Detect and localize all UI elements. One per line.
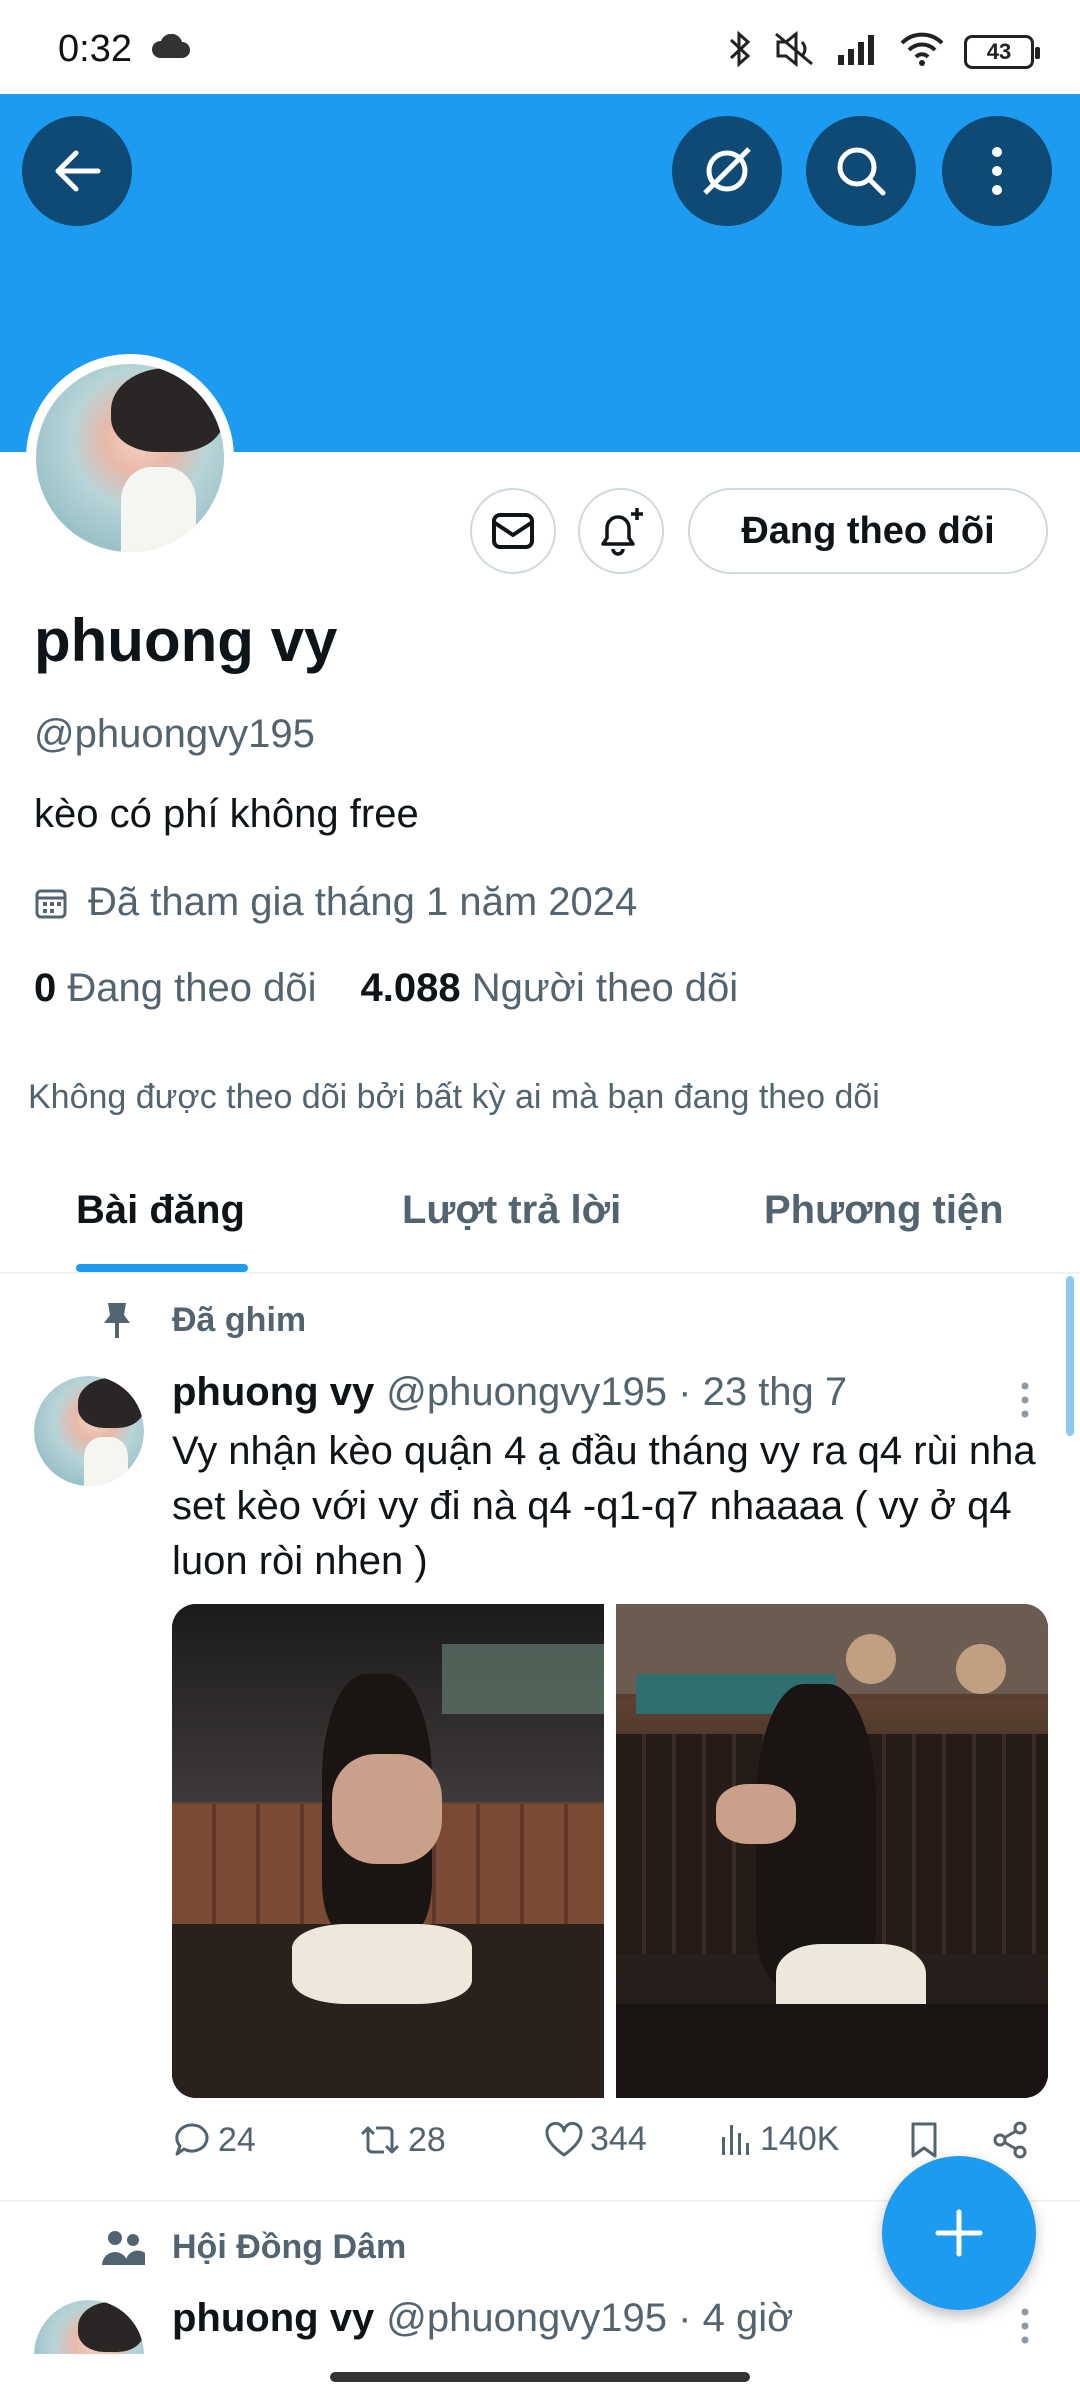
joined-date: Đã tham gia tháng 1 năm 2024 bbox=[34, 880, 637, 925]
tweet-photo[interactable] bbox=[616, 1604, 1048, 2098]
following-label: Đang theo dõi bbox=[67, 966, 317, 1010]
photo-wall-decor bbox=[956, 1644, 1006, 1694]
arrow-left-icon bbox=[55, 150, 101, 192]
profile-avatar[interactable] bbox=[26, 354, 234, 562]
like-button[interactable]: 344 bbox=[544, 2120, 647, 2159]
tweet-header: phuong vy @phuongvy195 · 23 thg 7 bbox=[172, 1370, 847, 1415]
tab-media[interactable]: Phương tiện bbox=[764, 1188, 1004, 1233]
bookmark-button[interactable] bbox=[908, 2120, 940, 2160]
wifi-icon bbox=[900, 32, 944, 71]
reply-count: 24 bbox=[218, 2120, 256, 2159]
search-icon bbox=[837, 147, 886, 196]
heart-icon bbox=[545, 2121, 583, 2156]
views-chart-icon bbox=[722, 2124, 749, 2155]
followed-by-text: Không được theo dõi bởi bất kỳ ai mà bạn… bbox=[28, 1078, 880, 1116]
pinned-label: Đã ghim bbox=[172, 1300, 307, 1339]
avatar-image bbox=[34, 1376, 144, 1486]
views-button[interactable]: 140K bbox=[718, 2120, 839, 2159]
photo-bar-shelf bbox=[442, 1644, 604, 1714]
no-translate-icon bbox=[703, 147, 751, 195]
mail-icon bbox=[492, 513, 534, 549]
retweet-icon bbox=[360, 2126, 400, 2154]
tweet-more-button[interactable] bbox=[1020, 2308, 1030, 2349]
cloud-icon bbox=[150, 33, 190, 65]
profile-bio: kèo có phí không free bbox=[34, 792, 419, 836]
more-vertical-icon bbox=[1021, 2308, 1029, 2344]
tweet-author-name[interactable]: phuong vy bbox=[172, 2296, 374, 2341]
plus-icon bbox=[935, 2209, 983, 2257]
display-name: phuong vy bbox=[34, 607, 338, 674]
followers-label: Người theo dõi bbox=[471, 966, 739, 1010]
more-vertical-icon bbox=[1021, 1382, 1029, 1418]
profile-tabs: Bài đăng Lượt trả lời Phương tiện bbox=[0, 1168, 1080, 1274]
compose-button[interactable] bbox=[882, 2156, 1036, 2310]
home-indicator[interactable] bbox=[330, 2372, 750, 2382]
photo-wall-decor bbox=[846, 1634, 896, 1684]
search-button[interactable] bbox=[806, 116, 916, 226]
more-vertical-icon bbox=[992, 147, 1002, 195]
pin-icon bbox=[104, 1303, 130, 1338]
tweet-header: phuong vy @phuongvy195 · 4 giờ bbox=[172, 2296, 793, 2341]
follow-stats: 0 Đang theo dõi 4.088 Người theo dõi bbox=[34, 966, 738, 1011]
view-count: 140K bbox=[760, 2120, 840, 2158]
retweet-count: 28 bbox=[408, 2120, 446, 2159]
followers-count: 4.088 bbox=[360, 966, 461, 1010]
mute-icon bbox=[772, 30, 816, 73]
tweet-handle-time: @phuongvy195 · 4 giờ bbox=[386, 2296, 794, 2340]
tweet-handle-time: @phuongvy195 · 23 thg 7 bbox=[386, 1370, 848, 1414]
community-label: Hội Đồng Dâm bbox=[172, 2228, 407, 2266]
tweet-more-button[interactable] bbox=[1020, 1382, 1030, 1423]
message-button[interactable] bbox=[470, 488, 556, 574]
bluetooth-icon bbox=[728, 30, 752, 73]
notifications-button[interactable] bbox=[578, 488, 664, 574]
tab-replies[interactable]: Lượt trả lời bbox=[402, 1188, 621, 1233]
pinned-indicator: Đã ghim bbox=[100, 1300, 306, 1340]
tweet-text: Vy nhận kèo quận 4 ạ đầu tháng vy ra q4 … bbox=[172, 1429, 1036, 1583]
calendar-icon bbox=[35, 889, 67, 918]
photo-skirt bbox=[292, 1924, 472, 2004]
joined-text: Đã tham gia tháng 1 năm 2024 bbox=[88, 880, 638, 924]
like-count: 344 bbox=[590, 2120, 647, 2158]
back-button[interactable] bbox=[22, 116, 132, 226]
tab-posts[interactable]: Bài đăng bbox=[76, 1188, 245, 1233]
photo-skin bbox=[332, 1754, 442, 1864]
status-bar: 0:32 43 bbox=[0, 0, 1080, 94]
following-stat[interactable]: 0 Đang theo dõi bbox=[34, 966, 316, 1011]
share-icon bbox=[993, 2121, 1027, 2159]
profile-handle: @phuongvy195 bbox=[34, 712, 315, 756]
more-button[interactable] bbox=[942, 116, 1052, 226]
status-icons: 43 bbox=[728, 30, 1040, 73]
bookmark-icon bbox=[911, 2122, 937, 2158]
share-button[interactable] bbox=[990, 2120, 1030, 2160]
active-tab-indicator bbox=[76, 1264, 248, 1272]
status-time: 0:32 bbox=[58, 28, 132, 70]
translate-button[interactable] bbox=[672, 116, 782, 226]
reply-button[interactable]: 24 bbox=[172, 2120, 256, 2160]
photo-table bbox=[616, 2004, 1048, 2098]
avatar-image bbox=[36, 364, 224, 552]
followers-stat[interactable]: 4.088 Người theo dõi bbox=[360, 966, 738, 1011]
retweet-button[interactable]: 28 bbox=[358, 2120, 446, 2160]
tweet-media[interactable] bbox=[172, 1604, 1048, 2098]
following-button[interactable]: Đang theo dõi bbox=[688, 488, 1048, 574]
signal-icon bbox=[836, 33, 880, 70]
community-indicator[interactable]: Hội Đồng Dâm bbox=[100, 2228, 406, 2267]
scrollbar[interactable] bbox=[1066, 1276, 1074, 1436]
tweet-author-name[interactable]: phuong vy bbox=[172, 1370, 374, 1415]
photo-skin bbox=[716, 1784, 796, 1844]
following-count: 0 bbox=[34, 966, 57, 1010]
community-icon bbox=[102, 2230, 145, 2265]
bell-plus-icon bbox=[601, 508, 643, 556]
tweet-avatar[interactable] bbox=[34, 1376, 144, 1486]
battery-indicator: 43 bbox=[964, 34, 1040, 69]
reply-icon bbox=[175, 2123, 209, 2156]
tweet-photo[interactable] bbox=[172, 1604, 604, 2098]
